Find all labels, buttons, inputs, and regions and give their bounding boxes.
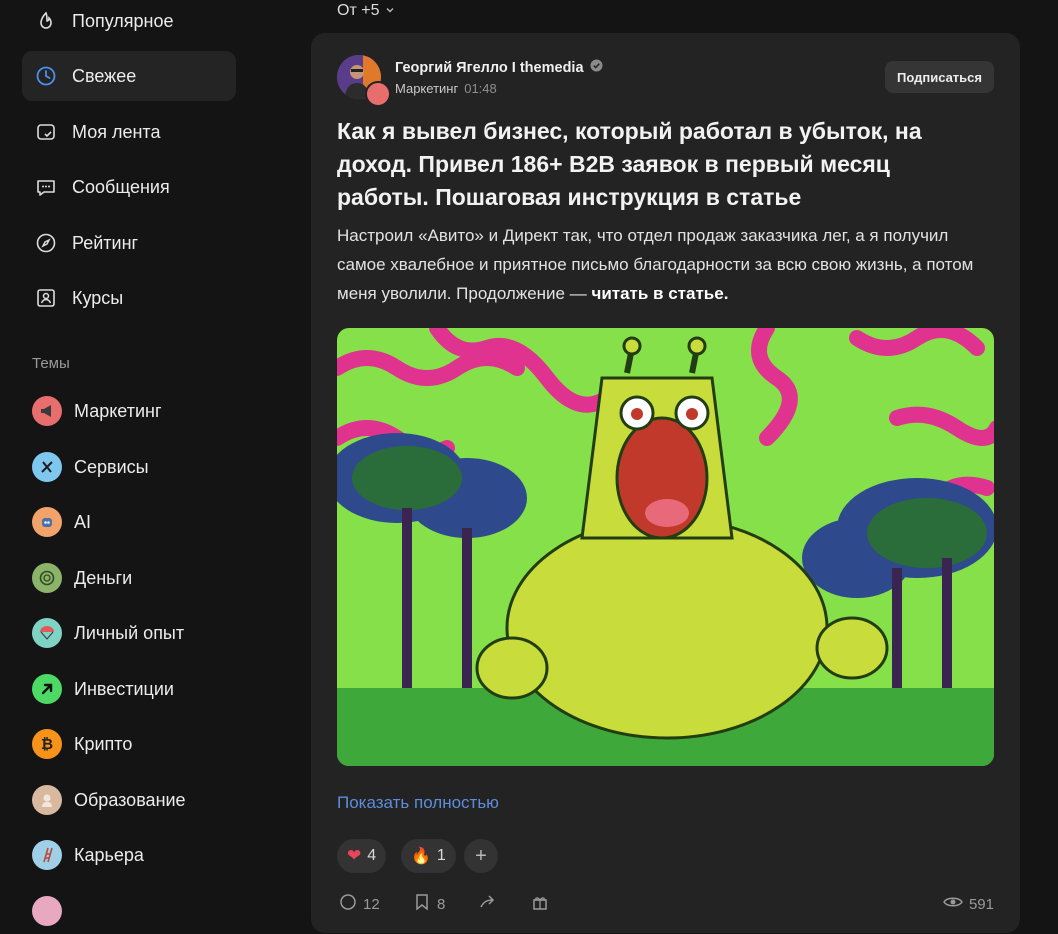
- fire-icon: [34, 9, 58, 33]
- post-title[interactable]: Как я вывел бизнес, который работал в уб…: [337, 115, 977, 214]
- topic-marketing[interactable]: Маркетинг: [22, 388, 236, 434]
- nav-label: Курсы: [72, 287, 124, 308]
- fire-emoji-icon: 🔥: [411, 848, 431, 865]
- bitcoin-icon: ₿: [32, 729, 62, 759]
- nav-label: Популярное: [72, 10, 174, 31]
- show-more-link[interactable]: Показать полностью: [337, 793, 499, 813]
- topics-heading: Темы: [32, 355, 70, 372]
- reaction-fire[interactable]: 🔥 1: [401, 839, 456, 873]
- bookmarks-button[interactable]: 8: [413, 893, 445, 915]
- topic-label: Маркетинг: [74, 400, 162, 421]
- post-cover-image[interactable]: [337, 328, 994, 766]
- verified-icon: [590, 59, 603, 76]
- heart-icon: ❤: [347, 846, 362, 865]
- topic-label: Инвестиции: [74, 678, 174, 699]
- topic-label: Личный опыт: [74, 622, 185, 643]
- post-lead: Настроил «Авито» и Директ так, что отдел…: [337, 221, 977, 308]
- reaction-count: 4: [367, 847, 377, 864]
- topic-career[interactable]: Карьера: [22, 832, 236, 878]
- nav-label: Моя лента: [72, 121, 161, 142]
- topic-icon: [32, 896, 62, 926]
- filter-label: От +5: [337, 2, 380, 19]
- read-article-link[interactable]: читать в статье.: [591, 284, 728, 303]
- nav-item-fresh[interactable]: Свежее: [22, 51, 236, 101]
- plus-icon: +: [475, 844, 487, 867]
- robot-icon: [32, 507, 62, 537]
- donate-button[interactable]: [531, 893, 549, 915]
- post-category[interactable]: Маркетинг: [395, 81, 458, 96]
- courses-icon: [34, 286, 58, 310]
- clock-icon: [34, 64, 58, 88]
- post-meta: Маркетинг 01:48: [395, 81, 497, 96]
- arrow-up-right-icon: [32, 674, 62, 704]
- bookmark-icon: [413, 893, 431, 915]
- topic-partial[interactable]: [22, 888, 236, 934]
- topic-education[interactable]: Образование: [22, 777, 236, 823]
- topic-crypto[interactable]: ₿ Крипто: [22, 721, 236, 767]
- bust-icon: [32, 785, 62, 815]
- nav-label: Рейтинг: [72, 232, 139, 253]
- comments-button[interactable]: 12: [339, 893, 380, 915]
- post-time: 01:48: [464, 81, 497, 96]
- topic-label: Карьера: [74, 844, 144, 865]
- author-name[interactable]: Георгий Ягелло I themedia: [395, 59, 603, 76]
- category-badge-icon: [365, 81, 391, 107]
- ladder-icon: [32, 840, 62, 870]
- tools-icon: [32, 452, 62, 482]
- post-card: Георгий Ягелло I themedia Маркетинг 01:48…: [311, 33, 1020, 933]
- chevron-down-icon: [385, 2, 395, 20]
- topic-label: Крипто: [74, 733, 133, 754]
- gift-icon: [531, 893, 549, 915]
- nav-item-courses[interactable]: Курсы: [22, 273, 236, 323]
- topic-money[interactable]: Деньги: [22, 555, 236, 601]
- topic-label: Образование: [74, 789, 186, 810]
- comment-icon: [339, 893, 357, 915]
- bookmarks-count: 8: [437, 895, 446, 913]
- coin-icon: [32, 563, 62, 593]
- topic-services[interactable]: Сервисы: [22, 444, 236, 490]
- comments-count: 12: [363, 895, 380, 913]
- eye-icon: [943, 893, 963, 915]
- share-button[interactable]: [479, 893, 497, 915]
- nav-item-my-feed[interactable]: Моя лента: [22, 107, 236, 157]
- share-icon: [479, 893, 497, 915]
- reaction-heart[interactable]: ❤ 4: [337, 839, 387, 873]
- views-count: 591: [968, 895, 994, 913]
- nav-item-rating[interactable]: Рейтинг: [22, 218, 236, 268]
- topic-investments[interactable]: Инвестиции: [22, 666, 236, 712]
- nav-item-popular[interactable]: Популярное: [22, 0, 236, 46]
- add-reaction-button[interactable]: +: [464, 839, 498, 873]
- compass-icon: [34, 231, 58, 255]
- subscribe-button[interactable]: Подписаться: [884, 61, 994, 93]
- chat-icon: [34, 175, 58, 199]
- sidebar: Популярное Свежее Моя лента Сообщения Ре…: [0, 0, 250, 926]
- topic-label: Деньги: [74, 567, 133, 588]
- topic-personal-experience[interactable]: Личный опыт: [22, 610, 236, 656]
- rating-filter[interactable]: От +5: [337, 2, 395, 20]
- topic-ai[interactable]: AI: [22, 499, 236, 545]
- nav-label: Свежее: [72, 65, 137, 86]
- reaction-count: 1: [436, 847, 446, 864]
- feed-icon: [34, 120, 58, 144]
- parachute-icon: [32, 618, 62, 648]
- topic-label: AI: [74, 511, 92, 532]
- megaphone-icon: [32, 396, 62, 426]
- nav-label: Сообщения: [72, 176, 170, 197]
- topic-label: Сервисы: [74, 456, 149, 477]
- nav-item-messages[interactable]: Сообщения: [22, 162, 236, 212]
- views-stat: 591: [943, 893, 994, 915]
